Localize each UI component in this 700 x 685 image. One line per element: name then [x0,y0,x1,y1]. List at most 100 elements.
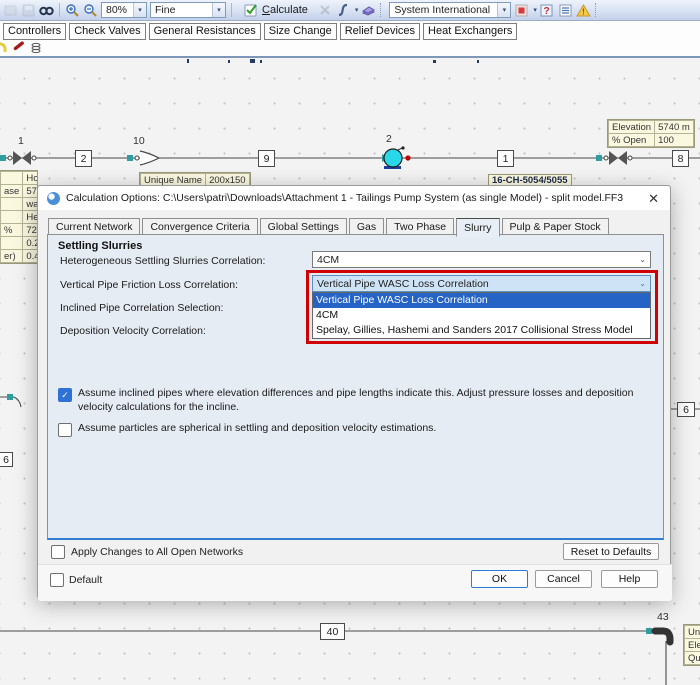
elevation-tooltip: Elevation 5740 m % Open 100 [607,119,695,148]
cell: er) [1,250,23,263]
junction-box[interactable]: 6 [677,402,695,417]
coil-icon [32,43,40,52]
junction-box[interactable]: 2 [75,150,92,167]
component-button-controllers[interactable]: Controllers [3,23,66,40]
field-label-vertical-pipe: Vertical Pipe Friction Loss Correlation: [60,279,238,291]
checkbox-unchecked[interactable] [58,423,72,437]
cell [1,237,23,250]
highlight-color-icon[interactable] [514,3,529,18]
cell: 0.2 [23,237,38,250]
chevron-down-icon[interactable]: ▾ [533,6,537,14]
cancel-run-icon [318,3,333,18]
pipe-drawing-tool-icon[interactable] [336,3,351,18]
main-toolbar: 80% ▾ Fine ▾ Calculate ▾ System Internat… [0,0,700,21]
dropdown-option[interactable]: Spelay, Gillies, Hashemi and Sanders 201… [313,323,650,338]
cancel-button[interactable]: Cancel [535,570,592,588]
cell: Elev [685,639,700,652]
slurry-tab-panel: Settling Slurries Heterogeneous Settling… [47,234,664,540]
clipped-text-fragment [260,60,262,63]
chevron-down-icon[interactable]: ▾ [133,3,146,17]
tooltip-key: % Open [609,134,655,147]
annotation-toolbar [0,41,700,56]
junction-box[interactable]: 1 [497,150,514,167]
field-label-heterogeneous: Heterogeneous Settling Slurries Correlat… [60,255,265,267]
toolbar-grip[interactable] [380,3,385,17]
zoom-level-combobox[interactable]: 80% ▾ [101,2,147,18]
tab-slurry[interactable]: Slurry [456,218,499,237]
zoom-level-value: 80% [106,4,127,16]
component-button-relief-devices[interactable]: Relief Devices [340,23,420,40]
highlighter-icon [0,44,5,52]
junction-box[interactable]: 6 [0,452,13,467]
reset-to-defaults-button[interactable]: Reset to Defaults [563,543,659,560]
zoom-in-icon[interactable] [65,3,80,18]
checkbox-checked[interactable]: ✓ [58,388,72,402]
corner-tooltip: Uniq Elev Quan [683,624,700,666]
open-icon[interactable] [3,3,18,18]
units-combobox[interactable]: System International ▾ [389,2,511,18]
clipped-text-fragment [433,60,436,63]
chevron-down-icon[interactable]: ▾ [497,3,510,17]
heterogeneous-correlation-combobox[interactable]: 4CM ⌄ [312,251,651,268]
checkbox-label: Assume inclined pipes where elevation di… [78,387,655,414]
junction-box[interactable]: 9 [258,150,275,167]
cell: 574 [23,185,38,198]
vertical-pipe-correlation-combobox[interactable]: Vertical Pipe WASC Loss Correlation ⌄ [312,275,651,292]
cell: Hop [23,172,38,185]
calculate-check-icon [244,3,258,17]
toolbar-separator [231,3,232,17]
junction-box[interactable]: 8 [672,150,689,167]
annotation-tools-icons[interactable] [0,41,60,56]
section-title: Settling Slurries [58,240,142,252]
apply-strip: Apply Changes to All Open Networks Reset… [38,539,672,564]
vertical-pipe-correlation-dropdown: Vertical Pipe WASC Loss Correlation 4CM … [312,292,651,339]
list-report-icon[interactable] [558,3,573,18]
component-button-check-valves[interactable]: Check Valves [69,23,145,40]
apply-changes-checkbox[interactable] [51,545,65,559]
chevron-down-icon[interactable]: ⌄ [635,279,650,288]
toolbar-grip[interactable] [595,3,600,17]
combobox-value: Vertical Pipe WASC Loss Correlation [317,278,489,290]
units-value: System International [394,4,490,16]
tooltip-key: Elevation [609,121,655,134]
ok-button[interactable]: OK [471,570,528,588]
warning-icon[interactable]: ! [576,3,591,18]
clipped-text-fragment [477,60,479,63]
field-label-inclined-pipe: Inclined Pipe Correlation Selection: [60,302,223,314]
close-icon[interactable]: ✕ [646,192,661,205]
zoom-out-icon[interactable] [83,3,98,18]
find-icon[interactable] [39,3,54,18]
cell: Uniq [685,626,700,639]
chevron-down-icon[interactable]: ⌄ [635,255,650,264]
book-icon[interactable] [361,3,376,18]
cell: Quan [685,652,700,665]
left-inspection-table: Hop ase574 wat Het %72 0.2 er)0.4 [0,170,38,264]
junction-box[interactable]: 40 [320,623,345,640]
component-button-general-resistances[interactable]: General Resistances [149,23,261,40]
cell [1,172,23,185]
calculate-button[interactable]: Calculate [237,1,315,20]
apply-changes-label: Apply Changes to All Open Networks [71,546,243,558]
chevron-down-icon[interactable]: ▾ [212,3,225,17]
default-checkbox[interactable] [50,573,64,587]
calculate-label: Calculate [262,4,308,16]
dropdown-option[interactable]: Vertical Pipe WASC Loss Correlation [313,293,650,308]
clipped-text-fragment [187,59,189,63]
cell: 0.4 [23,250,38,263]
detail-combobox[interactable]: Fine ▾ [150,2,226,18]
dialog-tabs: Current Network Convergence Criteria Glo… [48,216,611,235]
help-button[interactable]: Help [601,570,658,588]
component-button-heat-exchangers[interactable]: Heat Exchangers [423,23,517,40]
model-data-help-icon[interactable]: ? [540,3,555,18]
component-button-bar: Controllers Check Valves General Resista… [0,21,700,41]
cell: ase [1,185,23,198]
cell: Het [23,211,38,224]
component-button-size-change[interactable]: Size Change [264,23,337,40]
dropdown-option[interactable]: 4CM [313,308,650,323]
junction-label: 1 [18,135,24,147]
clipped-text-fragment [250,59,255,63]
save-icon[interactable] [21,3,36,18]
chevron-down-icon[interactable]: ▾ [355,6,359,14]
dialog-titlebar[interactable]: Calculation Options: C:\Users\patri\Down… [38,186,670,210]
cell: % [1,224,23,237]
